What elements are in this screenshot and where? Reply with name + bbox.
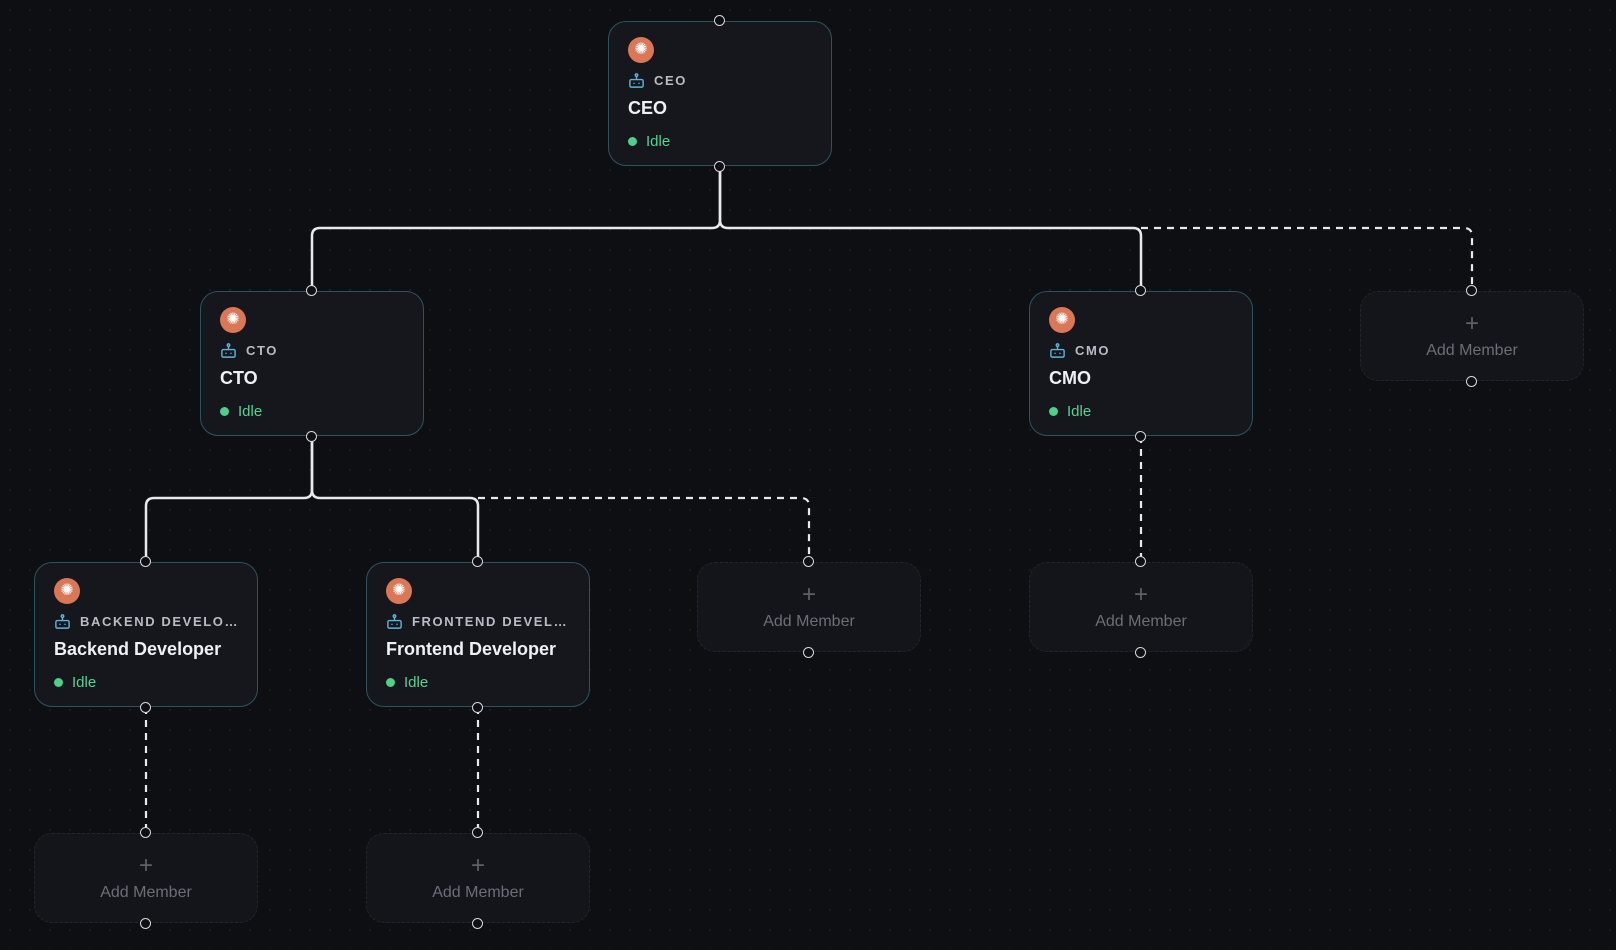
role-row: CTO [220,342,404,359]
role-tag: CEO [654,73,687,88]
role-row: FRONTEND DEVEL… [386,613,570,630]
role-row: BACKEND DEVELO… [54,613,238,630]
connection-handle[interactable] [140,702,151,713]
robot-icon [221,343,236,358]
add-member-button[interactable]: + Add Member [366,833,590,923]
plus-icon: + [1133,581,1148,608]
connection-handle[interactable] [472,556,483,567]
connection-handle[interactable] [140,918,151,929]
connection-handle[interactable] [140,556,151,567]
agent-status: Idle [1049,403,1233,420]
role-row: CMO [1049,342,1233,359]
connection-handle[interactable] [1135,647,1146,658]
add-member-button[interactable]: + Add Member [697,562,921,652]
connection-handle[interactable] [306,431,317,442]
edge-cto-backend [144,436,314,561]
connection-handle[interactable] [714,15,725,26]
agent-card-frontend-developer[interactable]: ✺ FRONTEND DEVEL… Frontend Developer Idl… [366,562,590,707]
connection-handle[interactable] [472,918,483,929]
agent-name: CEO [628,98,668,118]
connection-handle[interactable] [803,647,814,658]
robot-icon [387,614,402,629]
edge-ceo-cmo [718,166,1143,290]
add-member-button[interactable]: + Add Member [1029,562,1253,652]
agent-status: Idle [220,403,404,420]
status-label: Idle [404,674,429,691]
connection-handle[interactable] [1135,285,1146,296]
plus-icon: + [801,581,816,608]
connection-handle[interactable] [714,161,725,172]
edge-cto-add [478,496,811,561]
claude-sunburst-icon: ✺ [386,578,412,604]
connection-handle[interactable] [140,827,151,838]
agent-name: Frontend Developer [386,639,557,659]
plus-icon: + [138,852,153,879]
role-tag: CTO [246,343,279,358]
agent-name: Backend Developer [54,639,222,659]
add-member-label: Add Member [432,884,524,901]
claude-sunburst-icon: ✺ [1049,307,1075,333]
status-label: Idle [72,674,97,691]
agent-status: Idle [386,674,570,691]
add-member-label: Add Member [1426,342,1518,359]
role-tag: FRONTEND DEVEL… [412,614,569,629]
connection-handle[interactable] [1135,556,1146,567]
connection-handle[interactable] [306,285,317,296]
edge-cto-frontend [310,436,480,561]
add-member-button[interactable]: + Add Member [1360,291,1584,381]
connection-handle[interactable] [1135,431,1146,442]
agent-card-ceo[interactable]: ✺ CEO CEO Idle [608,21,832,166]
agent-card-cto[interactable]: ✺ CTO CTO Idle [200,291,424,436]
robot-icon [629,73,644,88]
agent-card-cmo[interactable]: ✺ CMO CMO Idle [1029,291,1253,436]
status-label: Idle [646,133,671,150]
role-tag: BACKEND DEVELO… [80,614,238,629]
connection-handle[interactable] [472,827,483,838]
agent-name: CTO [220,368,258,388]
add-member-label: Add Member [100,884,192,901]
add-member-button[interactable]: + Add Member [34,833,258,923]
status-label: Idle [238,403,263,420]
status-label: Idle [1067,403,1092,420]
connection-handle[interactable] [1466,285,1477,296]
claude-sunburst-icon: ✺ [628,37,654,63]
status-dot [386,678,395,687]
edge-ceo-cto [310,166,722,290]
robot-icon [1050,343,1065,358]
plus-icon: + [1464,310,1479,337]
status-dot [628,137,637,146]
status-dot [1049,407,1058,416]
connection-handle[interactable] [472,702,483,713]
role-tag: CMO [1075,343,1111,358]
connection-handle[interactable] [803,556,814,567]
add-member-label: Add Member [1095,613,1187,630]
claude-sunburst-icon: ✺ [54,578,80,604]
status-dot [220,407,229,416]
agent-name: CMO [1049,368,1091,388]
agent-card-backend-developer[interactable]: ✺ BACKEND DEVELO… Backend Developer Idle [34,562,258,707]
plus-icon: + [470,852,485,879]
robot-icon [55,614,70,629]
org-chart-canvas[interactable]: ✺ CEO CEO Idle ✺ CTO CTO Idle ✺ CMO CMO … [0,0,1616,950]
claude-sunburst-icon: ✺ [220,307,246,333]
status-dot [54,678,63,687]
add-member-label: Add Member [763,613,855,630]
connection-handle[interactable] [1466,376,1477,387]
role-row: CEO [628,72,812,89]
edge-ceo-add [1141,226,1474,290]
agent-status: Idle [54,674,238,691]
agent-status: Idle [628,133,812,150]
